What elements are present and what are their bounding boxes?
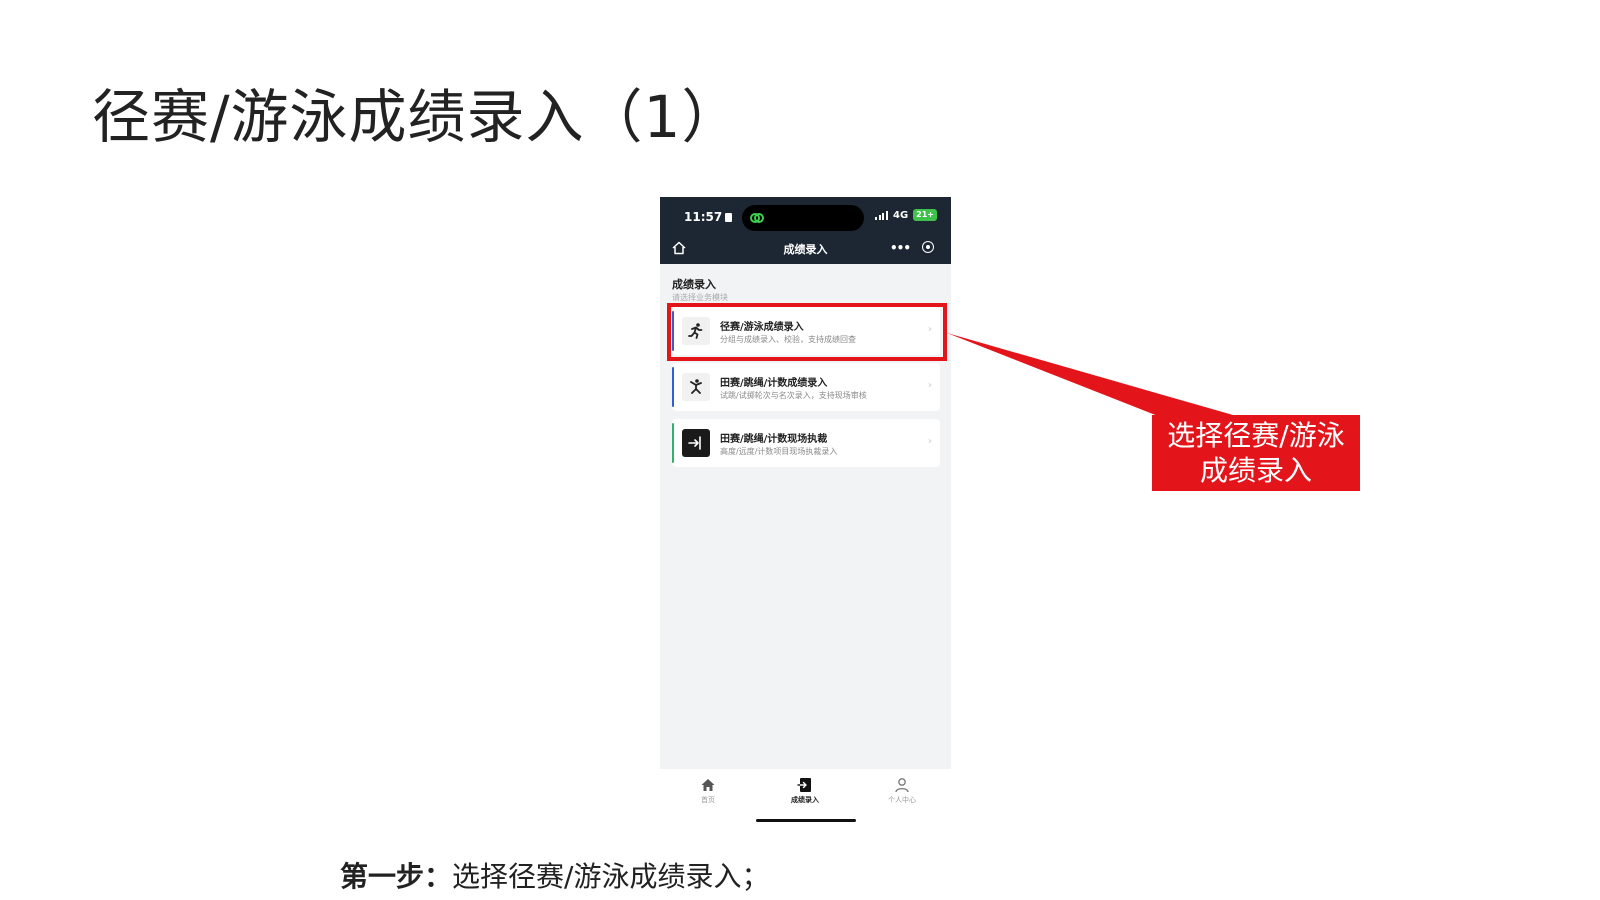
enter-icon: [682, 429, 710, 457]
section-title: 成绩录入: [672, 278, 716, 291]
dynamic-island: [742, 205, 864, 231]
status-right: 4G 21+: [875, 209, 937, 221]
step-label: 第一步：: [340, 860, 453, 893]
wechat-mini-program-icon: [750, 213, 764, 223]
card-title: 田赛/跳绳/计数成绩录入: [720, 378, 828, 389]
chevron-right-icon: ›: [928, 436, 932, 447]
home-icon: [701, 779, 715, 791]
step-caption: 第一步：选择径赛/游泳成绩录入；: [340, 855, 769, 895]
chevron-right-icon: ›: [928, 380, 932, 391]
close-miniprogram-icon[interactable]: [922, 241, 934, 253]
phone-screenshot: 11:57 4G 21+ 成绩录入 ••• 成绩录入 请选择业务模块 径赛/游泳…: [660, 197, 951, 825]
network-label: 4G: [892, 209, 909, 221]
card-field-rope-entry[interactable]: 田赛/跳绳/计数成绩录入 试跳/试掷轮次与名次录入，支持现场审核 ›: [672, 363, 940, 411]
more-icon[interactable]: •••: [890, 241, 911, 255]
tab-label: 成绩录入: [791, 796, 819, 804]
battery-icon: 21+: [913, 209, 937, 221]
slide-title: 径赛/游泳成绩录入（1）: [92, 83, 741, 151]
card-accent: [672, 423, 674, 463]
callout-label: 选择径赛/游泳成绩录入: [1152, 415, 1360, 491]
tab-label: 首页: [701, 796, 715, 804]
tab-home[interactable]: 首页: [668, 777, 748, 805]
jumper-icon: [682, 373, 710, 401]
tab-label: 个人中心: [888, 796, 916, 804]
phone-header: 11:57 4G 21+ 成绩录入 •••: [660, 197, 951, 264]
home-indicator: [756, 819, 856, 822]
user-icon: [895, 778, 909, 793]
step-text: 选择径赛/游泳成绩录入；: [452, 860, 770, 893]
card-desc: 试跳/试掷轮次与名次录入，支持现场审核: [720, 391, 867, 400]
status-time: 11:57: [684, 210, 733, 224]
callout-text: 选择径赛/游泳成绩录入: [1167, 419, 1345, 487]
tab-entry[interactable]: 成绩录入: [765, 777, 845, 805]
section-subtitle: 请选择业务模块: [672, 293, 728, 302]
card-field-rope-judging[interactable]: 田赛/跳绳/计数现场执裁 高度/远度/计数项目现场执裁录入 ›: [672, 419, 940, 467]
lock-icon: [725, 213, 733, 222]
card-accent: [672, 367, 674, 407]
card-desc: 高度/远度/计数项目现场执裁录入: [720, 447, 838, 456]
card-title: 田赛/跳绳/计数现场执裁: [720, 434, 828, 445]
entry-icon: [797, 778, 811, 792]
tab-profile[interactable]: 个人中心: [862, 777, 942, 805]
signal-icon: [875, 210, 888, 220]
status-time-text: 11:57: [684, 210, 723, 224]
highlight-box: [667, 303, 947, 361]
tab-bar: 首页 成绩录入 个人中心: [660, 769, 951, 825]
